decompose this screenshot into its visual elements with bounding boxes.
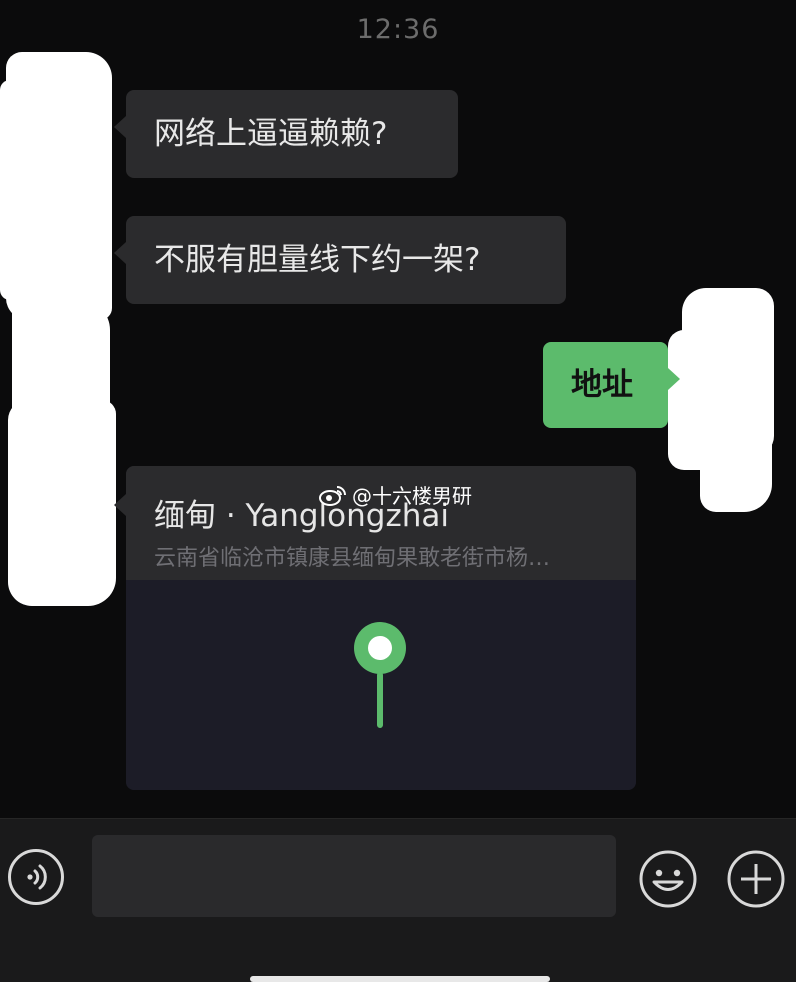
plus-icon[interactable] [726,849,786,909]
map-pin-stem [377,672,383,728]
location-card[interactable]: 缅甸 · Yanglongzhai 云南省临沧市镇康县缅甸果敢老街市杨… [126,466,636,790]
outgoing-message[interactable]: 地址 [543,342,680,428]
incoming-message[interactable]: 网络上逼逼赖赖? [114,90,458,178]
redacted-avatar-left [6,52,112,320]
voice-icon [27,864,47,890]
voice-button[interactable] [8,849,64,905]
incoming-message[interactable]: 不服有胆量线下约一架? [114,216,566,304]
weibo-icon [319,485,346,506]
input-bar [0,818,796,982]
location-address: 云南省临沧市镇康县缅甸果敢老街市杨… [154,546,551,571]
message-input[interactable] [92,835,616,917]
chat-screen: 12:36 网络上逼逼赖赖? 不服有胆量线下约一架? 地址 缅甸 · Yangl… [0,0,796,982]
watermark: @十六楼男研 [318,480,472,509]
map-pin-icon [354,622,406,674]
home-indicator[interactable] [250,976,550,982]
location-map-preview[interactable] [126,580,636,790]
location-card-tail [114,494,126,516]
watermark-text: @十六楼男研 [352,484,472,508]
emoji-icon[interactable] [638,849,698,909]
map-pin-dot [368,636,392,660]
redacted-avatar-left [8,400,116,606]
status-time: 12:36 [356,14,440,45]
redacted-avatar-right [700,420,772,512]
